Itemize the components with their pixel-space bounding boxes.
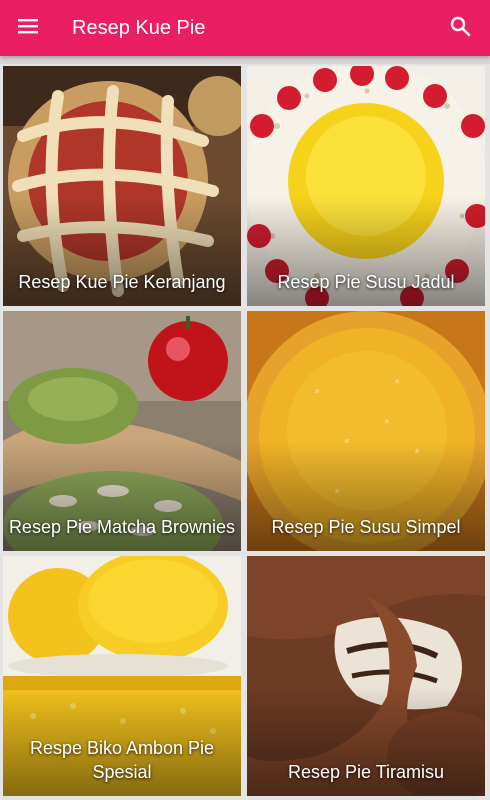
recipe-card[interactable]: Resep Pie Susu Jadul — [247, 66, 485, 306]
search-icon — [449, 15, 471, 42]
recipe-card-label: Resep Pie Susu Jadul — [277, 272, 455, 292]
recipe-card[interactable]: Resep Pie Matcha Brownies — [3, 311, 241, 551]
app-bar: Resep Kue Pie — [0, 0, 490, 56]
recipe-card[interactable]: Resep Pie Susu Simpel — [247, 311, 485, 551]
page-title: Resep Kue Pie — [72, 17, 206, 39]
hamburger-menu-icon — [17, 17, 39, 40]
recipe-card-label: Resep Pie Tiramisu — [287, 762, 445, 782]
recipe-card-label: Resep Pie Matcha Brownies — [8, 517, 236, 537]
recipe-card[interactable]: Respe Biko Ambon Pie Spesial — [3, 556, 241, 796]
recipe-grid[interactable]: Resep Kue Pie Keranjang Resep Pie Susu J… — [0, 64, 490, 800]
recipe-card-label: Respe Biko Ambon Pie Spesial — [29, 738, 215, 782]
recipe-card[interactable]: Resep Kue Pie Keranjang — [3, 66, 241, 306]
menu-button[interactable] — [12, 12, 44, 44]
scrolled-row-edge — [0, 56, 490, 64]
recipe-card-label: Resep Kue Pie Keranjang — [18, 272, 226, 292]
recipe-card[interactable]: Resep Pie Tiramisu — [247, 556, 485, 796]
recipe-card-label: Resep Pie Susu Simpel — [271, 517, 461, 537]
search-button[interactable] — [444, 12, 476, 44]
